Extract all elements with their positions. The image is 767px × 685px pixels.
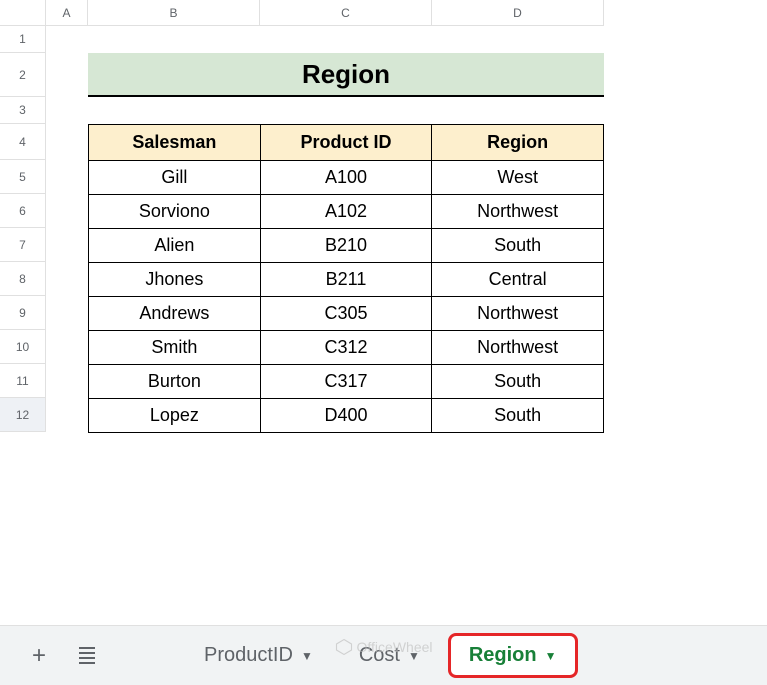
chevron-down-icon: ▼: [301, 649, 313, 663]
table-row: Sorviono A102 Northwest: [89, 195, 604, 229]
table-row: Alien B210 South: [89, 229, 604, 263]
all-sheets-button[interactable]: [68, 637, 106, 675]
row-header-12[interactable]: 12: [0, 398, 46, 432]
grid-body: 1 2 3 4 5 6 7 8 9 10 11 12 Region Salesm…: [0, 26, 767, 625]
cell-product-id[interactable]: C317: [260, 365, 432, 399]
table-row: Gill A100 West: [89, 161, 604, 195]
spreadsheet-container: A B C D 1 2 3 4 5 6 7 8 9 10 11 12 Regio…: [0, 0, 767, 685]
sheet-tabs-bar: + ProductID ▼ Cost ▼ Region ▼ OfficeWhee…: [0, 625, 767, 685]
col-header-c[interactable]: C: [260, 0, 432, 26]
table-row: Smith C312 Northwest: [89, 331, 604, 365]
row-header-10[interactable]: 10: [0, 330, 46, 364]
cell-region[interactable]: Northwest: [432, 297, 604, 331]
cell-region[interactable]: Northwest: [432, 195, 604, 229]
col-header-d[interactable]: D: [432, 0, 604, 26]
cell-product-id[interactable]: D400: [260, 399, 432, 433]
row-header-5[interactable]: 5: [0, 160, 46, 194]
cell-product-id[interactable]: B211: [260, 263, 432, 297]
cell-salesman[interactable]: Jhones: [89, 263, 261, 297]
plus-icon: +: [32, 642, 46, 670]
column-headers: A B C D: [46, 0, 604, 26]
tab-label: Region: [469, 644, 537, 667]
cell-region[interactable]: West: [432, 161, 604, 195]
table-header-row: Salesman Product ID Region: [89, 125, 604, 161]
row-header-9[interactable]: 9: [0, 296, 46, 330]
tab-product-id[interactable]: ProductID ▼: [186, 636, 331, 675]
cell-product-id[interactable]: B210: [260, 229, 432, 263]
tab-label: ProductID: [204, 644, 293, 667]
cell-salesman[interactable]: Lopez: [89, 399, 261, 433]
row-header-11[interactable]: 11: [0, 364, 46, 398]
table-row: Lopez D400 South: [89, 399, 604, 433]
cell-product-id[interactable]: A102: [260, 195, 432, 229]
tab-region[interactable]: Region ▼: [448, 633, 578, 678]
cell-region[interactable]: Northwest: [432, 331, 604, 365]
header-row: A B C D: [0, 0, 767, 26]
col-header-a[interactable]: A: [46, 0, 88, 26]
cell-region[interactable]: South: [432, 229, 604, 263]
table-row: Burton C317 South: [89, 365, 604, 399]
watermark: OfficeWheel: [335, 638, 433, 656]
cell-salesman[interactable]: Burton: [89, 365, 261, 399]
row-header-7[interactable]: 7: [0, 228, 46, 262]
cell-salesman[interactable]: Alien: [89, 229, 261, 263]
header-product-id[interactable]: Product ID: [260, 125, 432, 161]
row-header-4[interactable]: 4: [0, 124, 46, 160]
row-header-1[interactable]: 1: [0, 26, 46, 53]
row-header-8[interactable]: 8: [0, 262, 46, 296]
cell-salesman[interactable]: Andrews: [89, 297, 261, 331]
menu-icon: [79, 647, 95, 664]
cell-region[interactable]: Central: [432, 263, 604, 297]
select-all-corner[interactable]: [0, 0, 46, 26]
cell-product-id[interactable]: C312: [260, 331, 432, 365]
cell-salesman[interactable]: Gill: [89, 161, 261, 195]
row-headers: 1 2 3 4 5 6 7 8 9 10 11 12: [0, 26, 46, 625]
table-row: Jhones B211 Central: [89, 263, 604, 297]
cell-product-id[interactable]: C305: [260, 297, 432, 331]
row-header-2[interactable]: 2: [0, 53, 46, 97]
data-table: Salesman Product ID Region Gill A100 Wes…: [88, 124, 604, 433]
cells-area[interactable]: Region Salesman Product ID Region Gill A…: [46, 26, 767, 625]
row-header-3[interactable]: 3: [0, 97, 46, 124]
cell-salesman[interactable]: Sorviono: [89, 195, 261, 229]
title-cell[interactable]: Region: [88, 53, 604, 97]
table-row: Andrews C305 Northwest: [89, 297, 604, 331]
cell-region[interactable]: South: [432, 399, 604, 433]
cell-product-id[interactable]: A100: [260, 161, 432, 195]
cell-salesman[interactable]: Smith: [89, 331, 261, 365]
table-body: Gill A100 West Sorviono A102 Northwest A…: [89, 161, 604, 433]
cell-region[interactable]: South: [432, 365, 604, 399]
chevron-down-icon: ▼: [545, 649, 557, 663]
header-region[interactable]: Region: [432, 125, 604, 161]
add-sheet-button[interactable]: +: [20, 637, 58, 675]
col-header-b[interactable]: B: [88, 0, 260, 26]
row-header-6[interactable]: 6: [0, 194, 46, 228]
header-salesman[interactable]: Salesman: [89, 125, 261, 161]
